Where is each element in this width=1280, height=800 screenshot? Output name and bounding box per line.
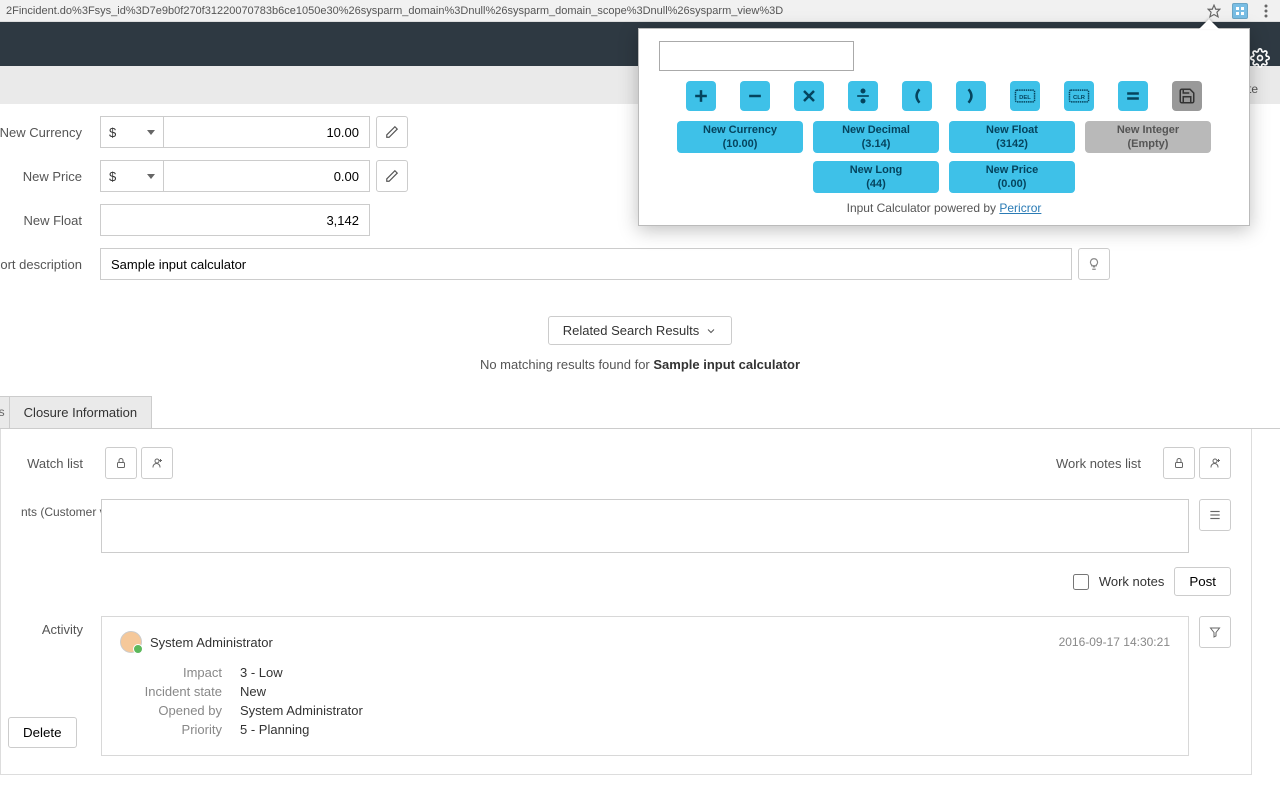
calc-field-new-float[interactable]: New Float(3142) <box>949 121 1075 153</box>
work-notes-lock-button[interactable] <box>1163 447 1195 479</box>
calc-save-button[interactable] <box>1172 81 1202 111</box>
expand-comments-button[interactable] <box>1199 499 1231 531</box>
edit-currency-button[interactable] <box>376 116 408 148</box>
af-incident-state-label: Incident state <box>120 684 240 699</box>
short-description-input[interactable] <box>100 248 1072 280</box>
calc-footer: Input Calculator powered by Pericror <box>639 201 1249 215</box>
work-notes-checkbox[interactable] <box>1073 574 1089 590</box>
calc-field-new-integer[interactable]: New Integer(Empty) <box>1085 121 1211 153</box>
watch-list-lock-button[interactable] <box>105 447 137 479</box>
calc-delete-button[interactable]: DEL <box>1010 81 1040 111</box>
suggestion-button[interactable] <box>1078 248 1110 280</box>
short-description-label: Short description <box>0 257 100 272</box>
calc-clear-button[interactable]: CLR <box>1064 81 1094 111</box>
activity-label: Activity <box>21 616 101 637</box>
calc-subtract-button[interactable] <box>740 81 770 111</box>
af-impact-value: 3 - Low <box>240 665 283 680</box>
svg-text:CLR: CLR <box>1073 95 1086 101</box>
af-impact-label: Impact <box>120 665 240 680</box>
edit-price-button[interactable] <box>376 160 408 192</box>
currency-select[interactable]: $ <box>100 116 164 148</box>
calc-equals-button[interactable] <box>1118 81 1148 111</box>
calc-rparen-button[interactable] <box>956 81 986 111</box>
calc-field-new-long[interactable]: New Long(44) <box>813 161 939 193</box>
no-match-text: No matching results found for Sample inp… <box>0 357 1280 372</box>
activity-filter-button[interactable] <box>1199 616 1231 648</box>
af-opened-by-label: Opened by <box>120 703 240 718</box>
comments-label: nts (Customer visible) <box>21 499 101 519</box>
calc-field-new-currency[interactable]: New Currency(10.00) <box>677 121 803 153</box>
new-price-label: New Price <box>0 169 100 184</box>
new-currency-input[interactable] <box>164 116 370 148</box>
af-incident-state-value: New <box>240 684 266 699</box>
new-float-label: New Float <box>0 213 100 228</box>
calc-add-button[interactable] <box>686 81 716 111</box>
section-body: Watch list Work notes list nts (Customer… <box>0 429 1252 775</box>
calculator-popup: DEL CLR New Currency(10.00) New Decimal(… <box>638 28 1250 226</box>
related-search-button[interactable]: Related Search Results <box>548 316 733 345</box>
af-priority-value: 5 - Planning <box>240 722 309 737</box>
work-notes-list-label: Work notes list <box>469 456 1159 471</box>
activity-timestamp: 2016-09-17 14:30:21 <box>1059 635 1170 649</box>
work-notes-add-me-button[interactable] <box>1199 447 1231 479</box>
calc-display-input[interactable] <box>659 41 854 71</box>
af-opened-by-value: System Administrator <box>240 703 363 718</box>
avatar <box>120 631 142 653</box>
pericror-link[interactable]: Pericror <box>999 201 1041 215</box>
new-float-input[interactable] <box>100 204 370 236</box>
new-price-input[interactable] <box>164 160 370 192</box>
browser-url-bar: 2Fincident.do%3Fsys_id%3D7e9b0f270f31220… <box>0 0 1280 22</box>
menu-dots-icon[interactable] <box>1258 3 1274 19</box>
work-notes-cb-label: Work notes <box>1099 574 1165 589</box>
calc-spacer <box>677 161 803 193</box>
comments-textarea[interactable] <box>101 499 1189 553</box>
svg-text:DEL: DEL <box>1019 95 1031 101</box>
calc-divide-button[interactable] <box>848 81 878 111</box>
calc-lparen-button[interactable] <box>902 81 932 111</box>
tab-closure-information[interactable]: Closure Information <box>9 396 152 428</box>
calculator-extension-icon[interactable] <box>1232 3 1248 19</box>
watch-list-label: Watch list <box>21 456 101 471</box>
delete-button[interactable]: Delete <box>8 717 77 748</box>
watch-list-add-me-button[interactable] <box>141 447 173 479</box>
star-icon[interactable] <box>1206 3 1222 19</box>
calc-spacer-2 <box>1085 161 1211 193</box>
new-currency-label: New Currency <box>0 125 100 140</box>
activity-card: System Administrator 2016-09-17 14:30:21… <box>101 616 1189 756</box>
calc-field-new-price[interactable]: New Price(0.00) <box>949 161 1075 193</box>
activity-user: System Administrator <box>150 635 273 650</box>
url-text: 2Fincident.do%3Fsys_id%3D7e9b0f270f31220… <box>6 5 1196 17</box>
post-button[interactable]: Post <box>1174 567 1231 596</box>
calc-field-new-decimal[interactable]: New Decimal(3.14) <box>813 121 939 153</box>
af-priority-label: Priority <box>120 722 240 737</box>
calc-multiply-button[interactable] <box>794 81 824 111</box>
price-currency-select[interactable]: $ <box>100 160 164 192</box>
tabs: ls Closure Information <box>0 396 1280 429</box>
gear-icon[interactable] <box>1250 48 1270 68</box>
